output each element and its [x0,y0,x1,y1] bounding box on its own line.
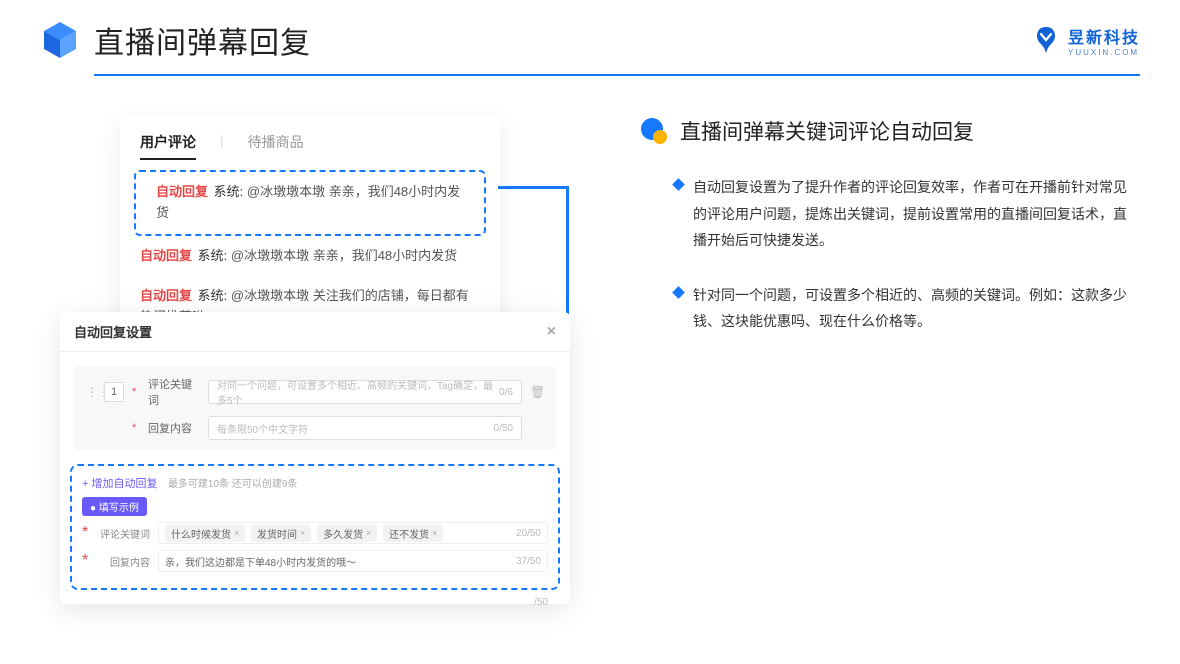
keyword-placeholder: 对同一个问题，可设置多个相近、高频的关键词，Tag确定，最多5个 [217,377,499,407]
tag-chip[interactable]: 还不发货× [383,525,443,542]
tab-user-comments[interactable]: 用户评论 [140,132,196,160]
add-reply-hint: 最多可建10条 还可以创建9条 [168,479,297,490]
keyword-counter: 0/6 [499,387,513,398]
content-label: 回复内容 [148,420,200,436]
left-column: 用户评论 | 待播商品 自动回复 系统: @冰墩墩本墩 亲亲，我们48小时内发货… [60,116,580,363]
bullet-text: 自动回复设置为了提升作者的评论回复效率，作者可在开播前针对常见的评论用户问题，提… [693,174,1140,254]
section-title: 直播间弹幕关键词评论自动回复 [680,116,974,146]
tag-remove-icon[interactable]: × [366,528,371,538]
tag-list: 什么时候发货× 发货时间× 多久发货× 还不发货× [165,525,446,542]
page-header: 直播间弹幕回复 昱新科技 YUUXIN.COM [0,0,1180,62]
example-block: + 增加自动回复 最多可建10条 还可以创建9条 ● 填写示例 * 评论关键词 … [70,464,560,590]
logo-text-group: 昱新科技 YUUXIN.COM [1068,24,1140,57]
logo-subtext: YUUXIN.COM [1068,48,1140,57]
tag-remove-icon[interactable]: × [234,528,239,538]
bullet-item: 针对同一个问题，可设置多个相近的、高频的关键词。例如：这款多少钱、这块能优惠吗、… [640,282,1140,335]
stray-counter: /50 [534,597,548,608]
add-reply-row: + 增加自动回复 最多可建10条 还可以创建9条 [82,474,548,497]
settings-title: 自动回复设置 [74,322,152,341]
company-logo: 昱新科技 YUUXIN.COM [1032,24,1140,57]
keyword-label: 评论关键词 [148,376,200,408]
settings-panel: 自动回复设置 × ⋮⋮ 1 * 评论关键词 对同一个问题，可设置多个相近、高频的… [60,312,570,604]
header-left: 直播间弹幕回复 [40,18,311,62]
comment-text: @冰墩墩本墩 亲亲，我们48小时内发货 [231,248,457,263]
system-tag: 系统: [214,184,244,199]
tag-chip[interactable]: 发货时间× [251,525,311,542]
example-content-counter: 37/50 [516,556,541,567]
system-tag: 系统: [198,248,228,263]
content-counter: 0/50 [494,423,513,434]
tag-remove-icon[interactable]: × [300,528,305,538]
example-content-text: 亲，我们这边都是下单48小时内发货的哦～ [165,554,356,569]
example-keyword-counter: 20/50 [516,528,541,539]
example-keyword-label: 评论关键词 [98,526,150,541]
required-dot: * [82,524,90,542]
diamond-bullet-icon [672,178,685,191]
chat-bubble-icon [640,117,668,145]
content-placeholder: 每条限50个中文字符 [217,421,308,436]
required-dot: * [132,422,140,434]
page-title: 直播间弹幕回复 [94,18,311,62]
connector-line [498,186,568,189]
form-row-keyword: ⋮⋮ 1 * 评论关键词 对同一个问题，可设置多个相近、高频的关键词，Tag确定… [86,376,544,408]
logo-icon [1032,26,1060,54]
example-content-input[interactable]: 亲，我们这边都是下单48小时内发货的哦～ 37/50 [158,550,548,572]
drag-handle-icon[interactable]: ⋮⋮ [86,385,96,399]
bullet-text: 针对同一个问题，可设置多个相近的、高频的关键词。例如：这款多少钱、这块能优惠吗、… [693,282,1140,335]
index-number: 1 [104,382,124,402]
auto-reply-tag: 自动回复 [140,288,192,303]
auto-reply-tag: 自动回复 [156,184,208,199]
trash-icon[interactable]: 🗑 [530,385,544,399]
close-icon[interactable]: × [547,323,556,341]
tag-remove-icon[interactable]: × [432,528,437,538]
example-badge: ● 填写示例 [82,497,147,516]
logo-text: 昱新科技 [1068,24,1140,48]
comment-item: 自动回复 系统: @冰墩墩本墩 亲亲，我们48小时内发货 [136,172,484,234]
highlighted-comment: 自动回复 系统: @冰墩墩本墩 亲亲，我们48小时内发货 [134,170,486,236]
example-keyword-input[interactable]: 什么时候发货× 发货时间× 多久发货× 还不发货× 20/50 [158,522,548,544]
content-input[interactable]: 每条限50个中文字符 0/50 [208,416,522,440]
settings-header: 自动回复设置 × [60,312,570,352]
diamond-bullet-icon [672,286,685,299]
add-reply-link[interactable]: + 增加自动回复 [82,475,157,491]
example-content-label: 回复内容 [98,554,150,569]
required-dot: * [82,552,90,570]
system-tag: 系统: [198,288,228,303]
main-content: 用户评论 | 待播商品 自动回复 系统: @冰墩墩本墩 亲亲，我们48小时内发货… [0,76,1180,363]
section-header: 直播间弹幕关键词评论自动回复 [640,116,1140,146]
cube-icon [40,20,80,60]
form-row-content: * 回复内容 每条限50个中文字符 0/50 [86,416,544,440]
comment-item: 自动回复 系统: @冰墩墩本墩 亲亲，我们48小时内发货 [120,236,500,277]
required-dot: * [132,386,140,398]
tab-row: 用户评论 | 待播商品 [120,132,500,170]
keyword-input[interactable]: 对同一个问题，可设置多个相近、高频的关键词，Tag确定，最多5个 0/6 [208,380,522,404]
tab-pending-products[interactable]: 待播商品 [248,132,304,160]
right-column: 直播间弹幕关键词评论自动回复 自动回复设置为了提升作者的评论回复效率，作者可在开… [620,116,1140,363]
tag-chip[interactable]: 多久发货× [317,525,377,542]
form-block: ⋮⋮ 1 * 评论关键词 对同一个问题，可设置多个相近、高频的关键词，Tag确定… [74,366,556,450]
tag-chip[interactable]: 什么时候发货× [165,525,245,542]
auto-reply-tag: 自动回复 [140,248,192,263]
bullet-item: 自动回复设置为了提升作者的评论回复效率，作者可在开播前针对常见的评论用户问题，提… [640,174,1140,254]
example-content-row: * 回复内容 亲，我们这边都是下单48小时内发货的哦～ 37/50 [82,550,548,572]
example-keyword-row: * 评论关键词 什么时候发货× 发货时间× 多久发货× 还不发货× 20/50 [82,522,548,544]
